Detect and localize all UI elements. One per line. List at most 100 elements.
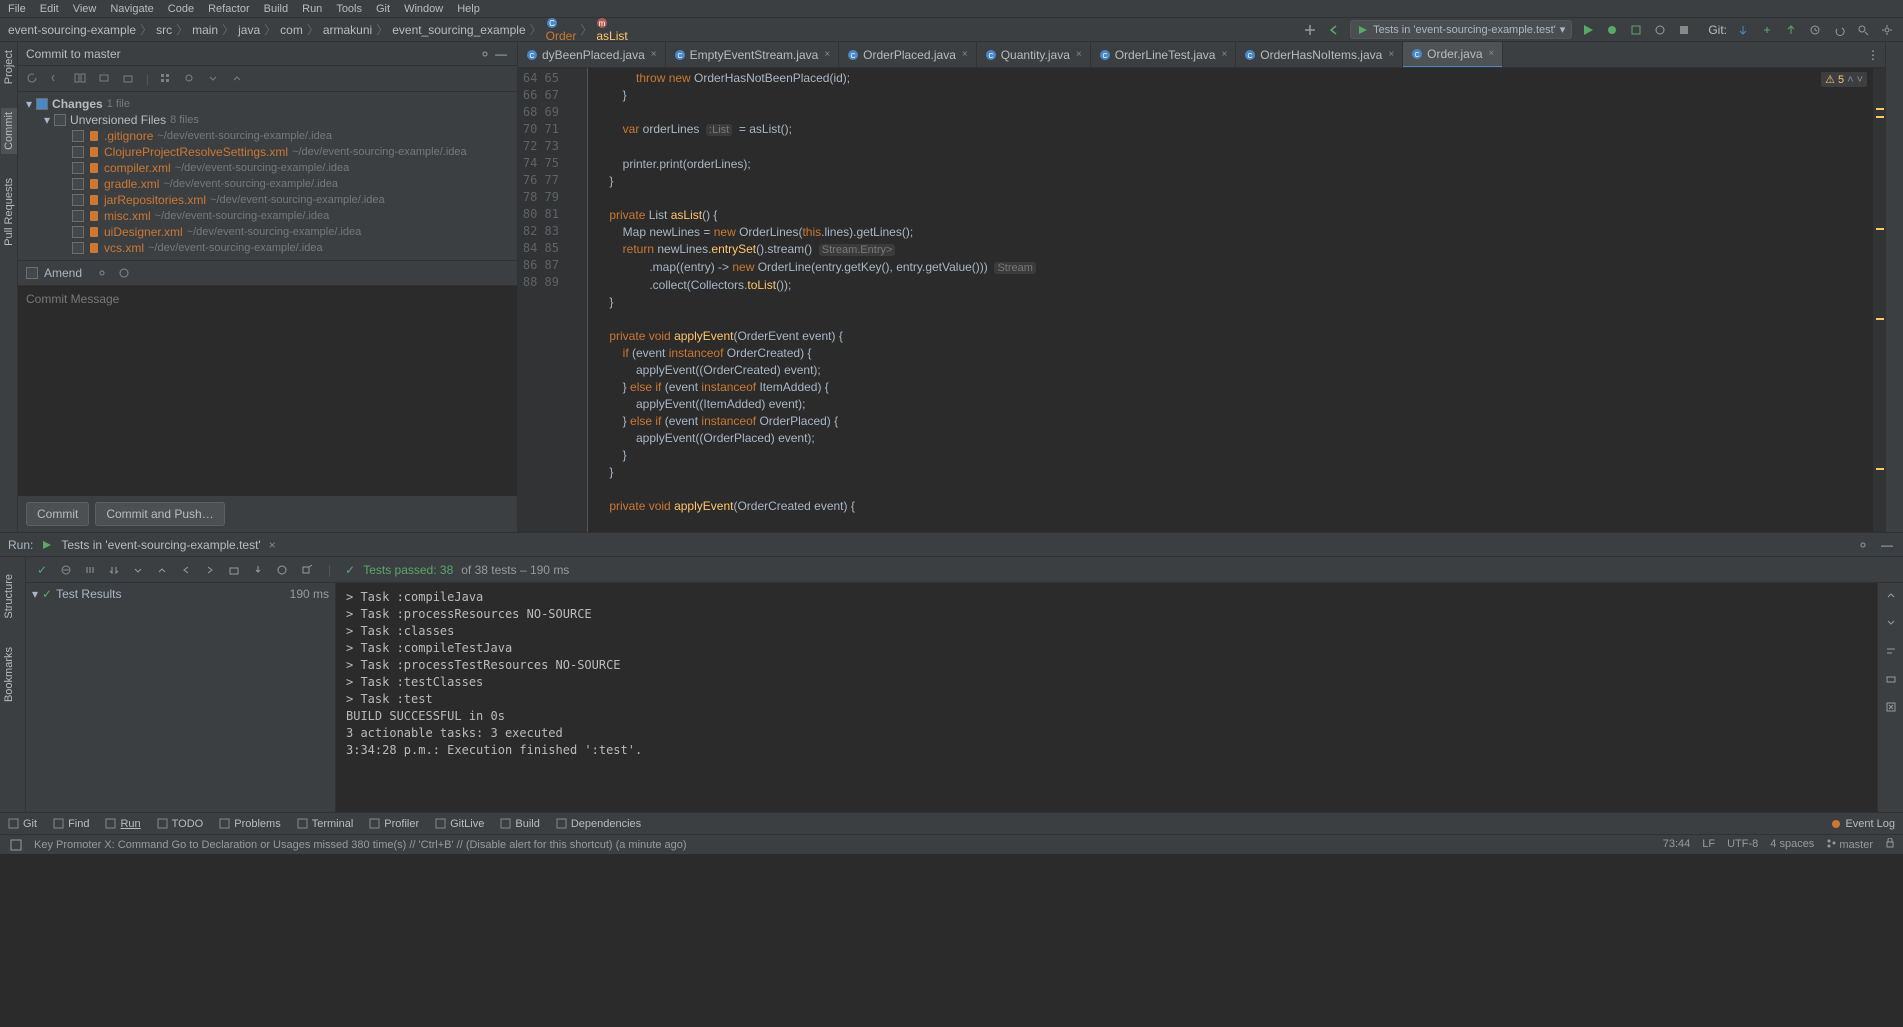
- git-history-icon[interactable]: [1807, 22, 1823, 38]
- add-config-icon[interactable]: [1302, 22, 1318, 38]
- breadcrumb-item[interactable]: armakuni: [323, 23, 372, 37]
- tool-window-icon[interactable]: [8, 837, 24, 853]
- checkbox[interactable]: [72, 242, 84, 254]
- editor-tab[interactable]: COrderHasNoItems.java×: [1236, 42, 1403, 68]
- file-row[interactable]: vcs.xml ~/dev/event-sourcing-example/.id…: [18, 240, 517, 256]
- diff-icon[interactable]: [74, 72, 88, 86]
- minimize-icon[interactable]: —: [1879, 537, 1895, 553]
- close-tab-icon[interactable]: ×: [962, 49, 968, 60]
- bottom-tab-build[interactable]: Build: [500, 818, 539, 830]
- code-editor[interactable]: throw new OrderHasNotBeenPlaced(id); } v…: [588, 68, 1873, 532]
- file-row[interactable]: compiler.xml ~/dev/event-sourcing-exampl…: [18, 160, 517, 176]
- test-tree[interactable]: ▾ ✓ Test Results 190 ms: [26, 583, 336, 812]
- inspection-widget[interactable]: ⚠ 5 ˄ ˅: [1821, 72, 1867, 87]
- breadcrumb-item[interactable]: event_sourcing_example: [392, 23, 525, 37]
- editor-tab[interactable]: CQuantity.java×: [977, 42, 1091, 68]
- breadcrumb-item[interactable]: event-sourcing-example: [8, 23, 136, 37]
- menu-view[interactable]: View: [73, 3, 97, 15]
- gear-icon[interactable]: [94, 265, 110, 281]
- menu-refactor[interactable]: Refactor: [208, 3, 250, 15]
- file-row[interactable]: gradle.xml ~/dev/event-sourcing-example/…: [18, 176, 517, 192]
- git-rollback-icon[interactable]: [1831, 22, 1847, 38]
- sidebar-tab-commit[interactable]: Commit: [1, 108, 17, 154]
- group-icon[interactable]: [159, 72, 173, 86]
- sidebar-tab-project[interactable]: Project: [1, 46, 17, 88]
- close-tab-icon[interactable]: ×: [269, 538, 276, 552]
- bottom-tab-problems[interactable]: Problems: [219, 818, 280, 830]
- chevron-up-icon[interactable]: ˄: [1847, 74, 1853, 86]
- lock-icon[interactable]: [1885, 838, 1895, 851]
- gutter-icons[interactable]: [568, 68, 588, 532]
- menu-edit[interactable]: Edit: [40, 3, 59, 15]
- scroll-down-icon[interactable]: [1883, 615, 1899, 631]
- sidebar-tab-bookmarks[interactable]: Bookmarks: [1, 643, 17, 706]
- rollback-icon[interactable]: [50, 72, 64, 86]
- breadcrumb[interactable]: event-sourcing-example〉 src〉 main〉 java〉…: [8, 17, 628, 43]
- tab-list-icon[interactable]: ⋮: [1861, 48, 1885, 62]
- editor-tab[interactable]: COrderLineTest.java×: [1091, 42, 1237, 68]
- file-row[interactable]: .gitignore ~/dev/event-sourcing-example/…: [18, 128, 517, 144]
- checkbox[interactable]: [72, 130, 84, 142]
- console-output[interactable]: > Task :compileJava > Task :processResou…: [336, 583, 1877, 812]
- stop-button[interactable]: [1676, 22, 1692, 38]
- changelist-icon[interactable]: [98, 72, 112, 86]
- git-update-icon[interactable]: [1735, 22, 1751, 38]
- minimize-icon[interactable]: —: [493, 46, 509, 62]
- amend-checkbox[interactable]: [26, 267, 38, 279]
- breadcrumb-item[interactable]: main: [192, 23, 218, 37]
- export-icon[interactable]: [226, 562, 242, 578]
- indent-settings[interactable]: 4 spaces: [1770, 838, 1814, 851]
- run-button[interactable]: [1580, 22, 1596, 38]
- breadcrumb-method[interactable]: m asList: [596, 17, 627, 43]
- commit-and-push-button[interactable]: Commit and Push…: [95, 502, 224, 526]
- bottom-tab-terminal[interactable]: Terminal: [297, 818, 354, 830]
- bottom-tab-gitlive[interactable]: GitLive: [435, 818, 484, 830]
- gear-icon[interactable]: [477, 46, 493, 62]
- commit-message-input[interactable]: Commit Message: [18, 286, 517, 496]
- menu-file[interactable]: File: [8, 3, 26, 15]
- checkbox[interactable]: [72, 146, 84, 158]
- next-icon[interactable]: [202, 562, 218, 578]
- history-icon[interactable]: [116, 265, 132, 281]
- breadcrumb-item[interactable]: com: [280, 23, 303, 37]
- bottom-tab-run[interactable]: Run: [105, 818, 140, 830]
- clear-icon[interactable]: [1883, 699, 1899, 715]
- sidebar-tab-structure[interactable]: Structure: [1, 570, 17, 623]
- close-tab-icon[interactable]: ×: [824, 49, 830, 60]
- commit-button[interactable]: Commit: [26, 502, 89, 526]
- checkbox[interactable]: [54, 114, 66, 126]
- profile-button[interactable]: [1652, 22, 1668, 38]
- close-tab-icon[interactable]: ×: [1388, 49, 1394, 60]
- search-everywhere-icon[interactable]: [1855, 22, 1871, 38]
- back-icon[interactable]: [1326, 22, 1342, 38]
- menu-code[interactable]: Code: [168, 3, 194, 15]
- settings-icon[interactable]: [1879, 22, 1895, 38]
- menu-git[interactable]: Git: [376, 3, 390, 15]
- checkbox[interactable]: [72, 194, 84, 206]
- checkbox[interactable]: [36, 98, 48, 110]
- event-log-tab[interactable]: Event Log: [1831, 818, 1895, 830]
- menu-navigate[interactable]: Navigate: [110, 3, 153, 15]
- collapse-icon[interactable]: [231, 72, 245, 86]
- sidebar-tab-pullrequests[interactable]: Pull Requests: [1, 174, 17, 250]
- prev-icon[interactable]: [178, 562, 194, 578]
- git-push-icon[interactable]: [1783, 22, 1799, 38]
- menu-help[interactable]: Help: [457, 3, 480, 15]
- chevron-down-icon[interactable]: ˅: [1857, 74, 1863, 86]
- view-icon[interactable]: [183, 72, 197, 86]
- history-icon[interactable]: [274, 562, 290, 578]
- debug-button[interactable]: [1604, 22, 1620, 38]
- bottom-tab-find[interactable]: Find: [53, 818, 89, 830]
- gear-icon[interactable]: [1855, 537, 1871, 553]
- test-results-root[interactable]: ▾ ✓ Test Results 190 ms: [28, 585, 333, 603]
- breadcrumb-item[interactable]: java: [238, 23, 260, 37]
- file-row[interactable]: misc.xml ~/dev/event-sourcing-example/.i…: [18, 208, 517, 224]
- line-separator[interactable]: LF: [1702, 838, 1715, 851]
- breadcrumb-class[interactable]: C Order: [546, 17, 577, 43]
- show-ignored-icon[interactable]: [58, 562, 74, 578]
- menu-build[interactable]: Build: [264, 3, 288, 15]
- close-tab-icon[interactable]: ×: [1489, 48, 1495, 59]
- close-tab-icon[interactable]: ×: [1076, 49, 1082, 60]
- show-passed-icon[interactable]: ✓: [34, 562, 50, 578]
- run-configuration-dropdown[interactable]: Tests in 'event-sourcing-example.test' ▾: [1350, 20, 1572, 39]
